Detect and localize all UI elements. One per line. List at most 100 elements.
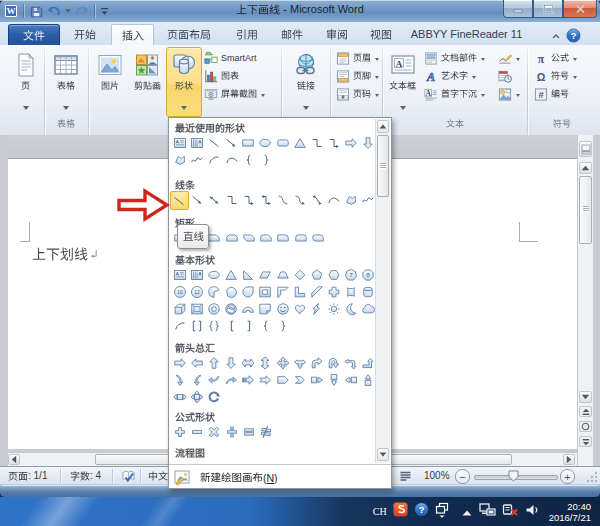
shape-curve[interactable] [223,152,240,169]
ribbon-button-date-time[interactable] [498,68,512,84]
collapse-ribbon-button[interactable] [549,29,563,42]
shape-round-single-corner[interactable] [275,230,292,247]
shape-lightning-bolt[interactable] [308,301,325,318]
new-drawing-canvas-item[interactable]: (N) [169,464,391,490]
shape-folded-corner[interactable] [257,301,274,318]
shape-snip-same-side-corner[interactable] [223,230,240,247]
ribbon-button-number[interactable]: # [534,86,569,102]
status-page-indicator[interactable]: : 1/1 [8,469,47,483]
shape-multiplication[interactable] [206,424,223,441]
tab-file[interactable] [8,24,60,46]
shape-double-bracket[interactable] [188,318,205,335]
shape-left-up-arrow[interactable] [343,355,360,372]
shape-circular-arrow[interactable] [206,389,223,406]
tray-help-icon[interactable]: ? [414,502,429,521]
vertical-scrollbar-thumb[interactable] [579,176,592,244]
scroll-down-button[interactable] [579,391,592,403]
undo-button[interactable] [46,3,62,19]
zoom-out-button[interactable]: − [455,469,470,484]
shape-right-arrow[interactable] [343,135,360,152]
minimize-button[interactable] [503,0,533,18]
shape-sun[interactable] [326,301,343,318]
shape-plus[interactable] [171,424,188,441]
shape-parallelogram[interactable] [257,267,274,284]
ribbon-button-wordart[interactable]: A [424,68,476,84]
tab-review[interactable] [316,24,357,45]
ribbon-button-header[interactable] [336,50,379,66]
shape-rounded-rectangle[interactable] [274,135,291,152]
scroll-right-button[interactable] [563,454,575,465]
shape-elbow-arrow-connector[interactable] [240,192,257,209]
menu-scroll-up-button[interactable] [377,120,389,133]
customize-qat-button[interactable] [99,3,111,19]
shape-text-box[interactable] [171,135,188,152]
menu-scroll-down-button[interactable] [377,448,389,461]
shape-trapezoid[interactable] [274,267,291,284]
shape-no-symbol[interactable] [223,301,240,318]
shape-heart[interactable] [291,301,308,318]
shape-minus[interactable] [188,424,205,441]
shape-block-arc[interactable] [240,301,257,318]
ribbon-button-pages[interactable] [7,48,44,116]
shape-cross[interactable] [326,284,343,301]
shape-freeform[interactable] [171,152,188,169]
shape-down-arrow-callout[interactable] [326,372,343,389]
shape-quad-arrow-callout[interactable] [188,389,205,406]
maximize-button[interactable] [533,0,563,18]
ribbon-button-table[interactable] [46,48,85,116]
shape-vertical-text-box[interactable] [188,267,205,284]
shape-elbow-connector[interactable] [308,135,325,152]
ribbon-button-link[interactable] [285,48,327,116]
view-draft-button[interactable] [399,469,412,483]
volume-tray-icon[interactable] [525,503,539,521]
shape-heptagon[interactable]: 7 [343,267,360,284]
tab-references[interactable] [226,24,267,45]
shape-not-equal[interactable] [257,424,274,441]
shape-snip-and-round-single-corner[interactable] [257,230,274,247]
ribbon-button-signature-line[interactable] [498,50,520,66]
ribbon-button-drop-cap[interactable]: A [424,86,485,102]
shape-moon[interactable] [343,301,360,318]
shape-right-brace[interactable] [275,318,292,335]
shape-division[interactable] [223,424,240,441]
ribbon-button-equation[interactable]: π [534,50,577,66]
shape-dodecagon[interactable]: 12 [188,284,205,301]
shape-up-arrow[interactable] [205,355,222,372]
shape-elbow-double-arrow-connector[interactable] [257,192,274,209]
shape-notched-right-arrow[interactable] [257,372,274,389]
shape-curved-arrow-connector[interactable] [291,192,308,209]
ime-indicator[interactable]: CH [373,506,387,517]
shape-cube[interactable] [171,301,188,318]
shape-up-down-arrow[interactable] [257,355,274,372]
language-bar-icon[interactable] [435,502,449,522]
undo-dropdown-caret[interactable] [64,3,72,19]
next-page-button[interactable] [579,436,592,447]
shape-text-box[interactable] [171,267,188,284]
tab-abbyy[interactable]: ABBYY FineReader 11 [404,24,529,45]
save-button[interactable] [28,3,44,19]
ribbon-button-picture[interactable] [91,48,128,116]
shape-diamond[interactable] [291,267,308,284]
shape-line[interactable] [170,191,189,210]
shape-left-bracket[interactable] [223,318,240,335]
shape-pentagon-arrow[interactable] [274,372,291,389]
resize-grip[interactable] [585,470,598,483]
shape-curved-right-arrow[interactable] [171,372,188,389]
shape-isosceles-triangle[interactable] [291,135,308,152]
shape-equal[interactable] [240,424,257,441]
ribbon-button-quick-parts[interactable] [424,50,485,66]
shape-left-brace[interactable] [240,152,257,169]
previous-page-button[interactable] [579,406,592,417]
shapes-menu-scrollbar[interactable] [375,119,390,463]
shape-bent-arrow[interactable] [308,355,325,372]
redo-button[interactable] [74,3,90,19]
shape-elbow-connector[interactable] [223,192,240,209]
shape-arrow[interactable] [189,192,206,209]
ribbon-button-chart[interactable] [204,68,239,84]
shape-striped-right-arrow[interactable] [240,372,257,389]
taskbar-clock[interactable]: 20:40 2016/7/21 [549,501,591,523]
device-error-tray-icon[interactable] [502,502,519,521]
shape-left-right-arrow[interactable] [240,355,257,372]
shape-right-brace[interactable] [257,152,274,169]
shape-right-arrow[interactable] [171,355,188,372]
